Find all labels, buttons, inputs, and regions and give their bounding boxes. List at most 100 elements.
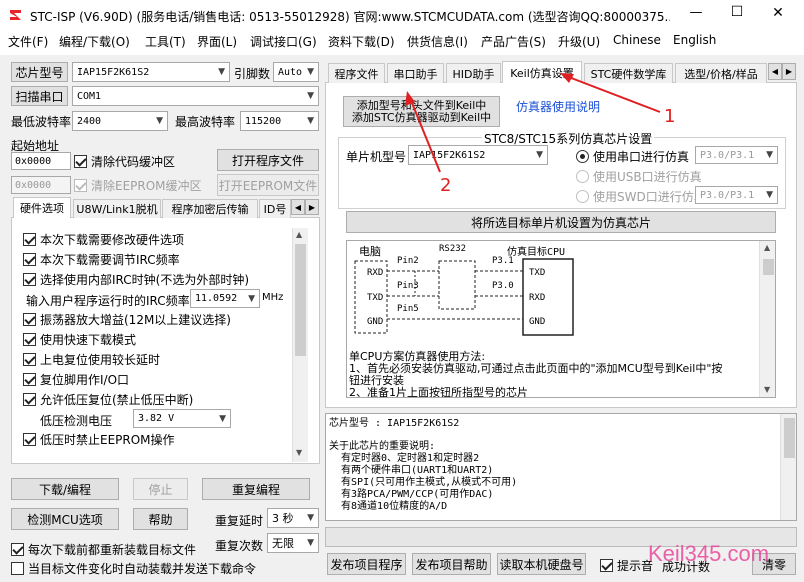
tab-program-file[interactable]: 程序文件 <box>328 63 385 83</box>
mcu-type-select[interactable]: IAP15F2K61S2 ▼ <box>408 145 548 165</box>
chip-info-scrollbar[interactable] <box>780 414 796 520</box>
tab-scroll-left-button[interactable]: ◀ <box>768 63 782 80</box>
download-program-button[interactable]: 下载/编程 <box>11 478 119 500</box>
options-scrollbar[interactable]: ▲ ▼ <box>292 228 308 462</box>
close-icon[interactable]: ✕ <box>768 5 788 25</box>
emulator-manual-link[interactable]: 仿真器使用说明 <box>516 98 600 115</box>
add-keil-files-button[interactable]: 添加型号和头文件到Keil中 添加STC仿真器驱动到Keil中 <box>343 96 500 127</box>
menu-chinese[interactable]: Chinese <box>613 33 661 47</box>
radio-serial-emulation[interactable]: 使用串口进行仿真 <box>576 148 689 165</box>
scrollbar-thumb[interactable] <box>784 418 795 458</box>
hint-sound-checkbox[interactable]: 提示音 <box>600 557 653 574</box>
menu-supply[interactable]: 供货信息(I) <box>407 33 468 50</box>
menu-docs[interactable]: 资料下载(D) <box>328 33 395 50</box>
option-modify-hw[interactable]: 本次下载需要修改硬件选项 <box>23 231 184 248</box>
maximize-icon[interactable]: ☐ <box>727 4 747 24</box>
option-low-voltage-reset[interactable]: 允许低压复位(禁止低压中断) <box>23 391 193 408</box>
option-osc-gain[interactable]: 振荡器放大增益(12M以上建议选择) <box>23 311 231 328</box>
option-internal-irc[interactable]: 选择使用内部IRC时钟(不选为外部时钟) <box>23 271 249 288</box>
max-baud-select[interactable]: 115200 ▼ <box>240 111 319 131</box>
eeprom-address-input[interactable]: 0x0000 <box>11 176 71 194</box>
tab-u8w-offline[interactable]: U8W/Link1脱机 <box>73 199 161 218</box>
open-eeprom-file-button[interactable]: 打开EEPROM文件 <box>217 174 319 196</box>
publish-program-button[interactable]: 发布项目程序 <box>327 553 406 575</box>
serial-pins-select[interactable]: P3.0/P3.1 ▼ <box>695 146 778 164</box>
option-fast-download[interactable]: 使用快速下载模式 <box>23 331 136 348</box>
tab-scroll-right-button[interactable]: ▶ <box>782 63 796 80</box>
tab-hid-assistant[interactable]: HID助手 <box>446 63 501 83</box>
menu-program[interactable]: 编程/下载(O) <box>59 33 130 50</box>
radio-swd-emulation[interactable]: 使用SWD口进行仿真 <box>576 188 706 205</box>
min-baud-select[interactable]: 2400 ▼ <box>72 111 168 131</box>
stop-button[interactable]: 停止 <box>133 478 188 500</box>
menu-upgrade[interactable]: 升级(U) <box>558 33 600 50</box>
scrollbar-thumb[interactable] <box>763 259 774 275</box>
option-reset-pin-io[interactable]: 复位脚用作I/O口 <box>23 371 129 388</box>
minimize-icon[interactable]: — <box>686 5 706 25</box>
menu-file[interactable]: 文件(F) <box>8 33 48 50</box>
repeat-program-button[interactable]: 重复编程 <box>202 478 310 500</box>
publish-help-button[interactable]: 发布项目帮助 <box>412 553 491 575</box>
radio-icon <box>576 190 589 203</box>
lvd-voltage-select[interactable]: 3.82 V ▼ <box>133 409 231 428</box>
radio-usb-label: 使用USB口进行仿真 <box>593 170 702 184</box>
checkbox-icon <box>11 543 24 556</box>
chip-type-button[interactable]: 芯片型号 <box>11 62 68 82</box>
menu-ads[interactable]: 产品广告(S) <box>481 33 546 50</box>
tab-serial-assistant[interactable]: 串口助手 <box>387 63 444 83</box>
set-emulation-chip-button[interactable]: 将所选目标单片机设置为仿真芯片 <box>346 211 776 233</box>
irc-frequency-select[interactable]: 11.0592 ▼ <box>190 289 260 308</box>
chevron-down-icon: ▼ <box>536 150 543 160</box>
swd-pins-select[interactable]: P3.0/P3.1 ▼ <box>695 186 778 204</box>
menu-debug[interactable]: 调试接口(G) <box>250 33 317 50</box>
menu-interface[interactable]: 界面(L) <box>197 33 237 50</box>
port-select[interactable]: COM1 ▼ <box>72 86 319 106</box>
option-disable-eeprom-lv[interactable]: 低压时禁止EEPROM操作 <box>23 431 175 448</box>
tab-scroll-right-button[interactable]: ▶ <box>305 199 319 215</box>
chip-type-select[interactable]: IAP15F2K61S2 ▼ <box>72 62 230 82</box>
option-adjust-irc[interactable]: 本次下载需要调节IRC频率 <box>23 251 180 268</box>
help-button[interactable]: 帮助 <box>133 508 188 530</box>
clear-code-checkbox[interactable]: 清除代码缓冲区 <box>74 153 175 170</box>
chevron-down-icon: ▼ <box>766 150 773 160</box>
chevron-down-icon: ▼ <box>766 190 773 200</box>
scroll-up-icon[interactable]: ▲ <box>296 230 302 239</box>
repeat-delay-select[interactable]: 3 秒 ▼ <box>267 508 319 528</box>
scroll-down-icon[interactable]: ▼ <box>764 385 770 394</box>
option-label: 上电复位使用较长延时 <box>40 353 161 367</box>
mcu-type-value: IAP15F2K61S2 <box>413 149 486 161</box>
tab-scroll-left-button[interactable]: ◀ <box>291 199 305 215</box>
menu-tools[interactable]: 工具(T) <box>145 33 186 50</box>
tab-hw-math-lib[interactable]: STC硬件数学库 <box>584 63 673 83</box>
clear-eeprom-checkbox[interactable]: 清除EEPROM缓冲区 <box>74 177 202 194</box>
max-baud-value: 115200 <box>245 115 282 127</box>
chevron-down-icon: ▼ <box>307 67 314 77</box>
checkbox-icon <box>23 333 36 346</box>
pin-count-select[interactable]: Auto ▼ <box>273 62 319 82</box>
read-disk-number-button[interactable]: 读取本机硬盘号 <box>497 553 586 575</box>
tab-hardware-options[interactable]: 硬件选项 <box>13 197 71 218</box>
menu-english[interactable]: English <box>673 33 716 47</box>
option-long-reset-delay[interactable]: 上电复位使用较长延时 <box>23 351 160 368</box>
scroll-down-icon[interactable]: ▼ <box>296 448 302 457</box>
auto-send-checkbox[interactable]: 当目标文件变化时自动装载并发送下载命令 <box>11 560 256 577</box>
tab-encrypted-transfer[interactable]: 程序加密后传输 <box>162 199 258 218</box>
scrollbar-thumb[interactable] <box>295 244 306 356</box>
chip-info-line: 有定时器0、定时器1和定时器2 <box>329 453 480 464</box>
tab-keil-emulation[interactable]: Keil仿真设置 <box>502 61 582 83</box>
scan-port-button[interactable]: 扫描串口 <box>11 86 68 106</box>
serial-pins-value: P3.0/P3.1 <box>700 149 755 161</box>
reload-before-download-checkbox[interactable]: 每次下载前都重新装载目标文件 <box>11 541 196 558</box>
repeat-count-select[interactable]: 无限 ▼ <box>267 533 319 553</box>
detect-mcu-button[interactable]: 检测MCU选项 <box>11 508 119 530</box>
scroll-up-icon[interactable]: ▲ <box>764 243 770 252</box>
code-address-input[interactable]: 0x0000 <box>11 152 71 170</box>
open-program-file-button[interactable]: 打开程序文件 <box>217 149 319 171</box>
diagram-p31-label: P3.1 <box>492 256 514 266</box>
checkbox-icon <box>11 562 24 575</box>
tab-id-number[interactable]: ID号 <box>259 199 291 218</box>
swd-pins-value: P3.0/P3.1 <box>700 189 755 201</box>
radio-usb-emulation[interactable]: 使用USB口进行仿真 <box>576 168 702 185</box>
tab-selection-price[interactable]: 选型/价格/样品 <box>675 63 767 83</box>
instructions-scrollbar[interactable]: ▲ ▼ <box>759 241 775 397</box>
